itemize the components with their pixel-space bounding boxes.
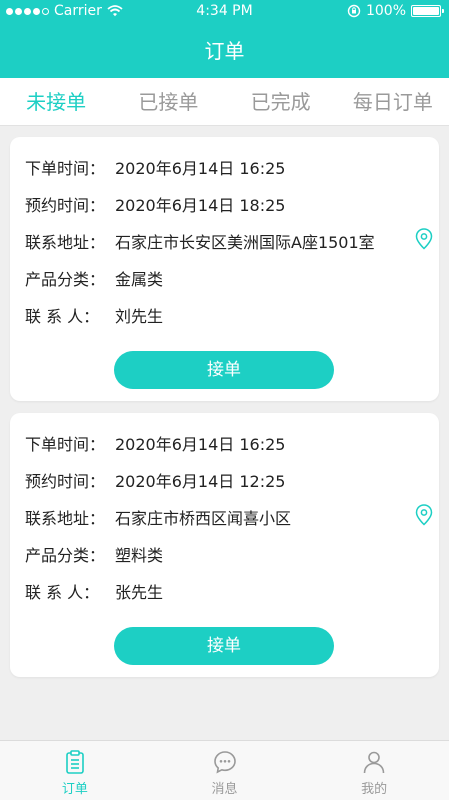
person-icon	[363, 751, 385, 774]
address-label: 联系地址：	[25, 509, 106, 528]
bottom-tab-bar: 订单 消息 我的	[0, 740, 449, 800]
address-value: 石家庄市长安区美洲国际A座1501室	[115, 233, 375, 252]
appointment-time-row: 预约时间： 2020年6月14日 18:25	[25, 192, 285, 216]
address-row: 联系地址： 石家庄市桥西区闻喜小区	[25, 505, 291, 529]
order-time-label: 下单时间：	[25, 159, 106, 178]
appointment-time-row: 预约时间： 2020年6月14日 12:25	[25, 468, 285, 492]
category-value: 塑料类	[115, 546, 164, 565]
order-time-value: 2020年6月14日 16:25	[115, 435, 286, 454]
nav-bar: 订单	[0, 24, 449, 78]
appointment-time-label: 预约时间：	[25, 196, 106, 215]
category-value: 金属类	[115, 270, 164, 289]
contact-label: 联 系 人：	[25, 307, 100, 326]
location-pin-icon[interactable]	[415, 228, 433, 250]
tab-pending[interactable]: 未接单	[0, 78, 112, 125]
appointment-time-label: 预约时间：	[25, 472, 106, 491]
status-right: 100%	[347, 3, 444, 19]
clipboard-icon	[66, 750, 84, 774]
order-card: 下单时间： 2020年6月14日 16:25 预约时间： 2020年6月14日 …	[10, 413, 439, 677]
contact-value: 刘先生	[115, 307, 164, 326]
page-title: 订单	[204, 39, 245, 63]
location-pin-icon[interactable]	[415, 504, 433, 526]
chat-bubble-icon	[213, 751, 236, 774]
order-time-value: 2020年6月14日 16:25	[115, 159, 286, 178]
category-row: 产品分类： 金属类	[25, 266, 163, 290]
orientation-lock-icon	[347, 4, 361, 18]
appointment-time-value: 2020年6月14日 18:25	[115, 196, 286, 215]
order-time-row: 下单时间： 2020年6月14日 16:25	[25, 431, 285, 455]
battery-icon	[411, 5, 444, 17]
address-value: 石家庄市桥西区闻喜小区	[115, 509, 292, 528]
tabbar-label-orders: 订单	[61, 782, 88, 797]
accept-order-button[interactable]: 接单	[114, 627, 334, 665]
tab-daily[interactable]: 每日订单	[337, 78, 449, 125]
tab-accepted[interactable]: 已接单	[112, 78, 224, 125]
contact-row: 联 系 人： 刘先生	[25, 303, 163, 327]
contact-label: 联 系 人：	[25, 583, 100, 602]
tabbar-label-messages: 消息	[211, 782, 238, 797]
appointment-time-value: 2020年6月14日 12:25	[115, 472, 286, 491]
category-label: 产品分类：	[25, 270, 106, 289]
order-time-row: 下单时间： 2020年6月14日 16:25	[25, 155, 285, 179]
order-card: 下单时间： 2020年6月14日 16:25 预约时间： 2020年6月14日 …	[10, 137, 439, 401]
tabbar-label-profile: 我的	[361, 782, 388, 797]
tabbar-item-orders[interactable]: 订单	[0, 741, 150, 800]
order-time-label: 下单时间：	[25, 435, 106, 454]
tab-completed[interactable]: 已完成	[225, 78, 337, 125]
category-row: 产品分类： 塑料类	[25, 542, 163, 566]
order-tabs: 未接单 已接单 已完成 每日订单	[0, 78, 449, 126]
battery-percent: 100%	[365, 3, 406, 19]
address-label: 联系地址：	[25, 233, 106, 252]
contact-row: 联 系 人： 张先生	[25, 579, 163, 603]
tabbar-item-profile[interactable]: 我的	[299, 741, 449, 800]
contact-value: 张先生	[115, 583, 164, 602]
tabbar-item-messages[interactable]: 消息	[150, 741, 300, 800]
status-bar: Carrier 4:34 PM 100%	[0, 0, 449, 24]
address-row: 联系地址： 石家庄市长安区美洲国际A座1501室	[25, 229, 375, 253]
accept-order-button[interactable]: 接单	[114, 351, 334, 389]
category-label: 产品分类：	[25, 546, 106, 565]
